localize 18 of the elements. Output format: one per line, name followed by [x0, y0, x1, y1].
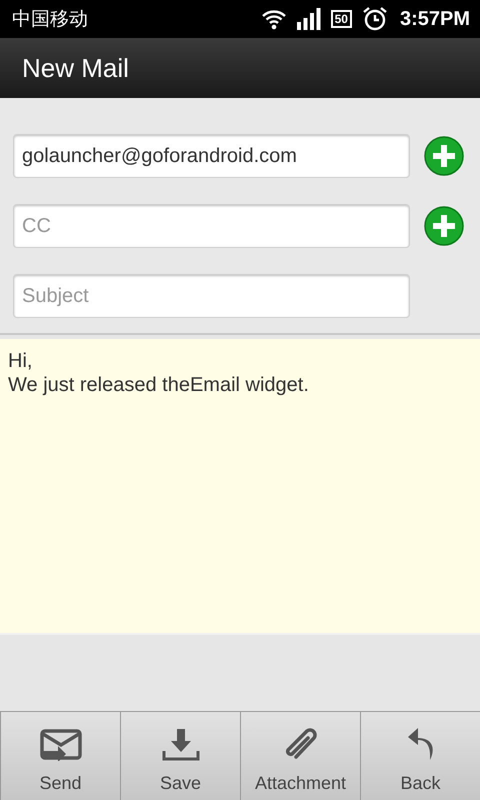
save-button[interactable]: Save: [120, 712, 240, 800]
back-button[interactable]: Back: [360, 712, 480, 800]
wifi-icon: [260, 8, 287, 30]
subject-field[interactable]: Subject: [13, 274, 410, 318]
send-button[interactable]: Send: [0, 712, 120, 800]
cc-field[interactable]: CC: [13, 204, 410, 248]
clock-time: 3:57PM: [400, 8, 470, 30]
download-icon: [162, 729, 200, 761]
add-button[interactable]: [424, 136, 464, 176]
reply-arrow-icon: [406, 727, 436, 761]
recipient-field[interactable]: golauncher@goforandroid.com: [13, 134, 410, 178]
screen-title: New Mail: [22, 52, 129, 84]
signal-icon: [296, 8, 321, 30]
alarm-clock-icon: [362, 6, 388, 32]
add-button[interactable]: [424, 206, 464, 246]
carrier-name: 中国移动: [12, 8, 89, 32]
battery-level: 50: [330, 10, 352, 28]
attach-button[interactable]: Attachment: [240, 712, 360, 800]
